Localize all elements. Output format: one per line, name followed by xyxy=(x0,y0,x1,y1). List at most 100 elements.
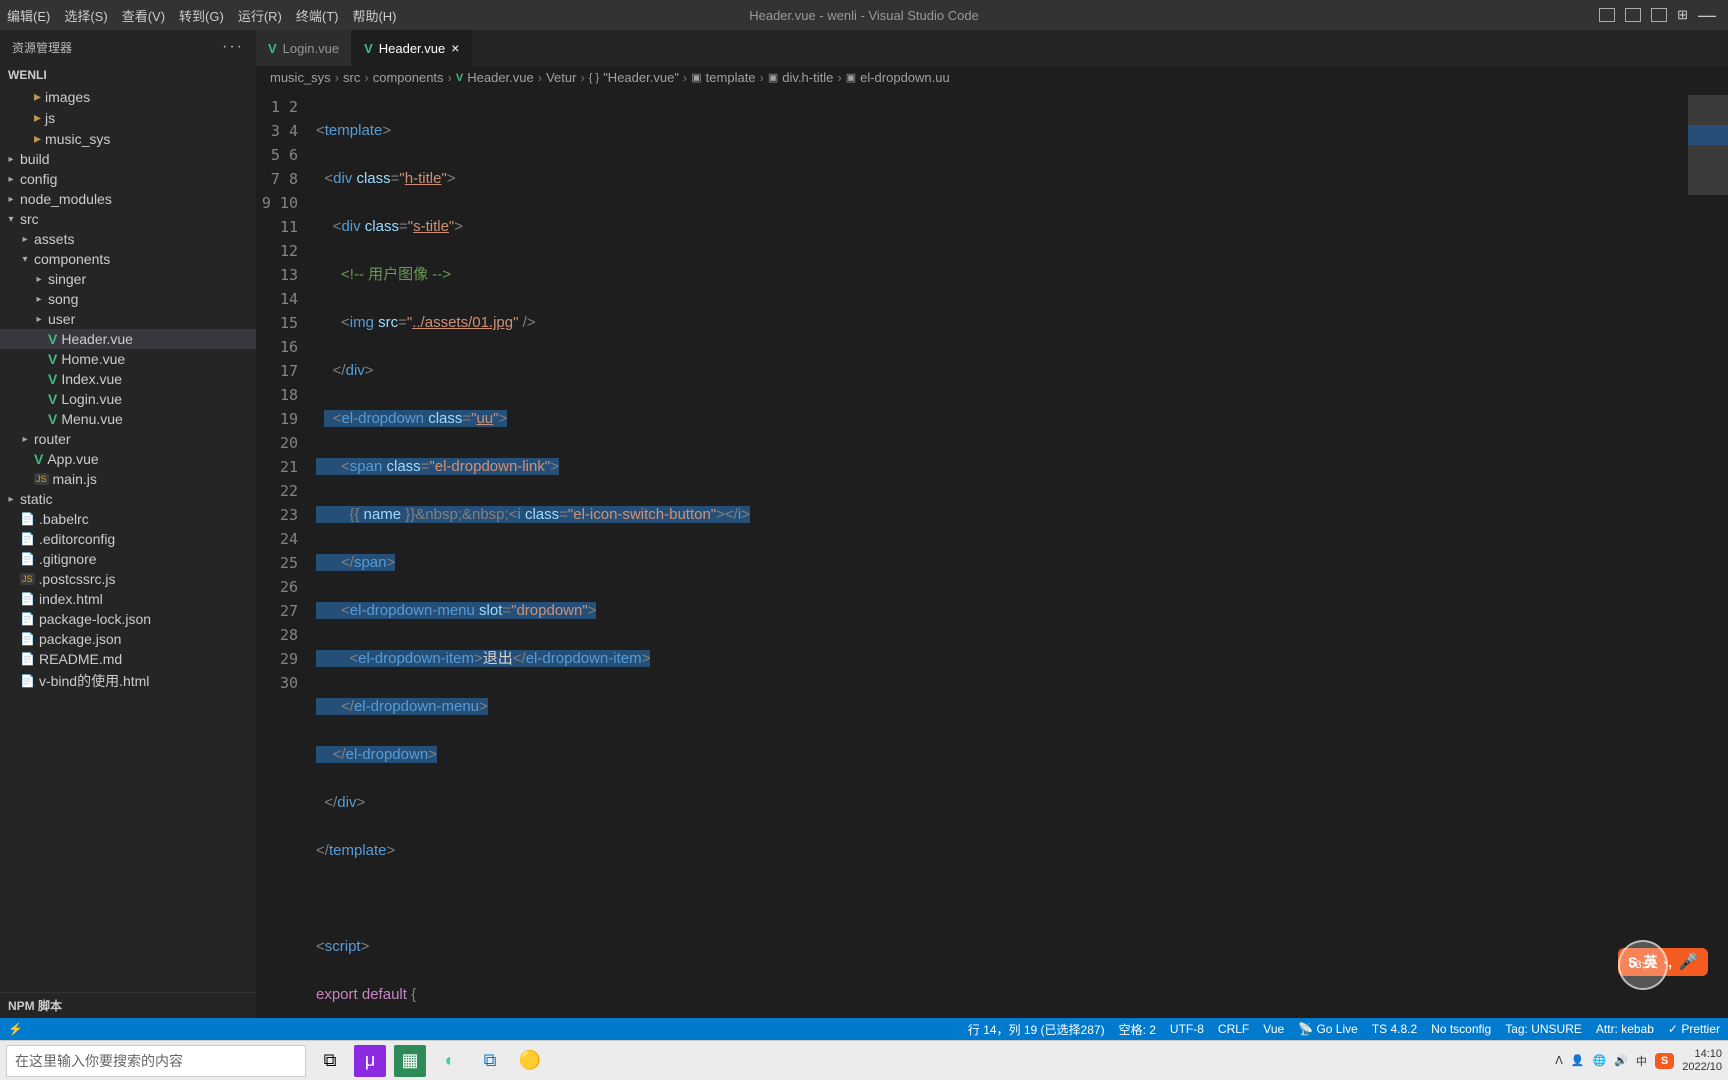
tray-icon[interactable]: ᐱ xyxy=(1555,1054,1563,1067)
status-tag[interactable]: Tag: UNSURE xyxy=(1505,1022,1582,1036)
menu-run[interactable]: 运行(R) xyxy=(231,6,289,25)
layout-icon[interactable] xyxy=(1599,8,1615,22)
app-icon[interactable]: μ xyxy=(354,1045,386,1077)
tray-icon[interactable]: 🌐 xyxy=(1592,1054,1606,1067)
tree-item[interactable]: node_modules xyxy=(0,189,256,209)
crumb[interactable]: components xyxy=(373,70,444,85)
menu-view[interactable]: 查看(V) xyxy=(115,6,172,25)
tray-icon[interactable]: 中 xyxy=(1636,1053,1647,1069)
menu-help[interactable]: 帮助(H) xyxy=(345,6,403,25)
breadcrumb[interactable]: music_sys› src› components› V Header.vue… xyxy=(256,66,1728,89)
status-spaces[interactable]: 空格: 2 xyxy=(1119,1021,1156,1038)
crumb[interactable]: div.h-title xyxy=(782,70,833,85)
crumb[interactable]: Vetur xyxy=(546,70,576,85)
tree-item[interactable]: JSmain.js xyxy=(0,469,256,489)
tree-item[interactable]: VHome.vue xyxy=(0,349,256,369)
vue-icon: V xyxy=(268,41,277,56)
status-lang[interactable]: Vue xyxy=(1263,1022,1284,1036)
tree-item[interactable]: 📄package.json xyxy=(0,629,256,649)
tree-label: router xyxy=(34,431,71,447)
tree-item[interactable]: 📄.gitignore xyxy=(0,549,256,569)
layout-custom-icon[interactable]: ⊞ xyxy=(1677,7,1688,23)
layout-icon[interactable] xyxy=(1651,8,1667,22)
crumb[interactable]: music_sys xyxy=(270,70,331,85)
crumb[interactable]: "Header.vue" xyxy=(603,70,679,85)
crumb[interactable]: src xyxy=(343,70,360,85)
tree-label: images xyxy=(45,89,90,105)
tree-item[interactable]: src xyxy=(0,209,256,229)
tree-item[interactable]: config xyxy=(0,169,256,189)
tree-item[interactable]: components xyxy=(0,249,256,269)
tree-item[interactable]: static xyxy=(0,489,256,509)
tree-item[interactable]: user xyxy=(0,309,256,329)
windows-search[interactable]: 在这里输入你要搜索的内容 xyxy=(6,1045,306,1077)
chevron-icon xyxy=(20,434,30,445)
status-attr[interactable]: Attr: kebab xyxy=(1596,1022,1654,1036)
tray-icon[interactable]: 👤 xyxy=(1571,1054,1585,1067)
tree-item[interactable]: ▸music_sys xyxy=(0,128,256,149)
app-icon[interactable]: ▦ xyxy=(394,1045,426,1077)
status-golive[interactable]: 📡 Go Live xyxy=(1298,1022,1358,1036)
chrome-icon[interactable]: 🟡 xyxy=(514,1045,546,1077)
taskview-icon[interactable]: ⧉ xyxy=(314,1045,346,1077)
menu-term[interactable]: 终端(T) xyxy=(289,6,346,25)
npm-scripts-section[interactable]: NPM 脚本 xyxy=(0,992,256,1018)
tree-item[interactable]: ▸js xyxy=(0,107,256,128)
tree-item[interactable]: ▸images xyxy=(0,86,256,107)
tree-item[interactable]: 📄index.html xyxy=(0,589,256,609)
chevron-icon xyxy=(6,194,16,205)
system-clock[interactable]: 14:10 2022/10 xyxy=(1682,1048,1722,1072)
timer-bubble[interactable]: 03:51 xyxy=(1618,940,1668,990)
code-editor[interactable]: <template> <div class="h-title"> <div cl… xyxy=(316,89,1688,1018)
tree-item[interactable]: router xyxy=(0,429,256,449)
menu-select[interactable]: 选择(S) xyxy=(57,6,114,25)
tab-close-icon[interactable]: × xyxy=(451,40,459,56)
tree-item[interactable]: VIndex.vue xyxy=(0,369,256,389)
tree-item[interactable]: 📄package-lock.json xyxy=(0,609,256,629)
minimize-button[interactable]: — xyxy=(1698,5,1716,26)
tray-icon[interactable]: 🔊 xyxy=(1614,1054,1628,1067)
status-eol[interactable]: CRLF xyxy=(1218,1022,1249,1036)
tree-item[interactable]: 📄v-bind的使用.html xyxy=(0,669,256,693)
crumb[interactable]: Header.vue xyxy=(467,70,534,85)
status-tsconfig[interactable]: No tsconfig xyxy=(1431,1022,1491,1036)
tree-item[interactable]: song xyxy=(0,289,256,309)
window-title: Header.vue - wenli - Visual Studio Code xyxy=(749,8,979,23)
crumb[interactable]: el-dropdown.uu xyxy=(860,70,950,85)
layout-icon[interactable] xyxy=(1625,8,1641,22)
app-icon[interactable]: ◐ xyxy=(434,1045,466,1077)
tree-item[interactable]: singer xyxy=(0,269,256,289)
vscode-icon[interactable]: ⧉ xyxy=(474,1045,506,1077)
menu-items: 编辑(E) 选择(S) 查看(V) 转到(G) 运行(R) 终端(T) 帮助(H… xyxy=(0,6,404,25)
chevron-icon xyxy=(20,254,30,265)
project-name[interactable]: WENLI xyxy=(0,64,256,86)
crumb[interactable]: template xyxy=(706,70,756,85)
chevron-icon xyxy=(6,214,16,225)
status-ts[interactable]: TS 4.8.2 xyxy=(1372,1022,1417,1036)
tab-login[interactable]: V Login.vue xyxy=(256,30,352,66)
tree-item[interactable]: assets xyxy=(0,229,256,249)
editor-area: V Login.vue V Header.vue × music_sys› sr… xyxy=(256,30,1728,1018)
tree-item[interactable]: VHeader.vue xyxy=(0,329,256,349)
tree-item[interactable]: 📄.babelrc xyxy=(0,509,256,529)
minimap[interactable] xyxy=(1688,89,1728,1018)
menu-goto[interactable]: 转到(G) xyxy=(172,6,231,25)
explorer-more-icon[interactable]: ··· xyxy=(222,38,244,56)
tree-item[interactable]: build xyxy=(0,149,256,169)
file-tree[interactable]: ▸images▸js▸music_sysbuildconfignode_modu… xyxy=(0,86,256,992)
status-position[interactable]: 行 14，列 19 (已选择287) xyxy=(968,1021,1105,1038)
status-encoding[interactable]: UTF-8 xyxy=(1170,1022,1204,1036)
tree-item[interactable]: VMenu.vue xyxy=(0,409,256,429)
status-prettier[interactable]: ✓ Prettier xyxy=(1668,1022,1720,1036)
search-placeholder: 在这里输入你要搜索的内容 xyxy=(15,1051,183,1071)
tree-item[interactable]: 📄.editorconfig xyxy=(0,529,256,549)
tree-item[interactable]: VApp.vue xyxy=(0,449,256,469)
mic-icon[interactable]: 🎤 xyxy=(1678,952,1698,972)
tab-header[interactable]: V Header.vue × xyxy=(352,30,472,66)
status-left-icon[interactable]: ⚡ xyxy=(8,1022,23,1036)
ime-icon[interactable]: S xyxy=(1655,1053,1674,1069)
tree-item[interactable]: JS.postcssrc.js xyxy=(0,569,256,589)
tree-item[interactable]: 📄README.md xyxy=(0,649,256,669)
menu-edit[interactable]: 编辑(E) xyxy=(0,6,57,25)
tree-item[interactable]: VLogin.vue xyxy=(0,389,256,409)
